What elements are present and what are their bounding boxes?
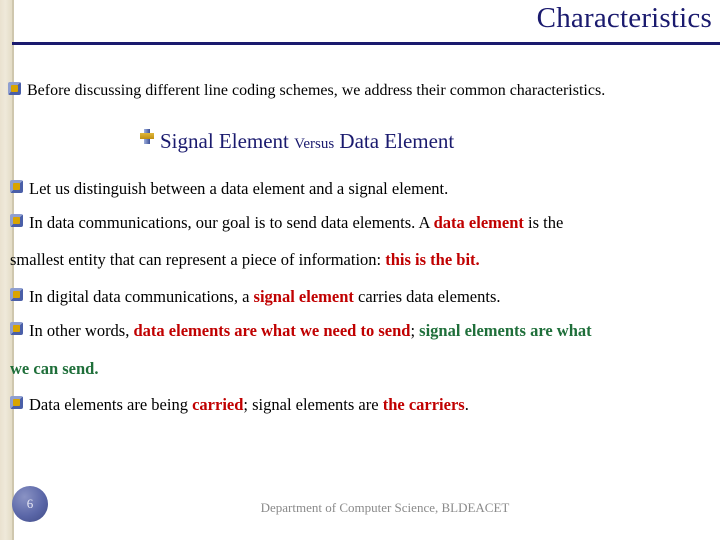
- bullet-row-5: Data elements are being carried; signal …: [10, 395, 710, 415]
- bullet-2-seg3-lead: is the: [523, 213, 564, 232]
- bullet-3-seg3: carries data elements.: [353, 287, 501, 306]
- subheading-part1: Signal Element: [160, 129, 295, 153]
- intro-bullet-row: Before discussing different line coding …: [8, 82, 708, 100]
- left-decorative-band: [0, 0, 12, 540]
- bullet-3-text: In digital data communications, a signal…: [29, 287, 501, 307]
- intro-text: Before discussing different line coding …: [27, 82, 606, 99]
- subheading-text: Signal Element Versus Data Element: [160, 129, 454, 154]
- subheading-row: Signal Element Versus Data Element: [140, 129, 454, 154]
- left-band-edge: [12, 0, 14, 540]
- bullet-4-line-1: In other words, data elements are what w…: [29, 321, 592, 341]
- bullet-1-text: Let us distinguish between a data elemen…: [29, 179, 449, 198]
- square-bullet-icon: [10, 322, 23, 335]
- bullet-2-seg4: this is the bit.: [385, 250, 480, 269]
- footer-text: Department of Computer Science, BLDEACET: [260, 500, 510, 515]
- bullet-row-2: In data communications, our goal is to s…: [10, 213, 710, 233]
- bullet-4-seg1: In other words,: [29, 321, 134, 340]
- bullet-2-line-1: In data communications, our goal is to s…: [29, 213, 710, 233]
- slide-title: Characteristics: [536, 2, 712, 34]
- bullet-3-seg2: signal element: [253, 287, 354, 306]
- bullet-row-3: In digital data communications, a signal…: [10, 287, 710, 307]
- bullet-5-seg1: Data elements are being: [29, 395, 193, 414]
- page-number-badge: 6: [12, 486, 48, 522]
- bullet-row-4: In other words, data elements are what w…: [10, 321, 710, 341]
- square-bullet-icon: [10, 214, 23, 227]
- square-bullet-icon: [10, 180, 23, 193]
- square-bullet-icon: [8, 82, 21, 95]
- bullet-4-line-2: we can send.: [10, 359, 99, 378]
- bullet-5-seg3: ; signal elements are: [243, 395, 383, 414]
- bullet-3-seg1: In digital data communications, a: [29, 287, 254, 306]
- bullet-4-seg2: data elements are what we need to send: [133, 321, 411, 340]
- bullet-row-1: Let us distinguish between a data elemen…: [10, 179, 710, 199]
- bullet-2-seg1: In data communications, our goal is to s…: [29, 213, 434, 232]
- bullet-2-seg3: smallest entity that can represent a pie…: [10, 250, 386, 269]
- bullet-2-line-2: smallest entity that can represent a pie…: [10, 250, 710, 270]
- bullet-5-seg5: .: [464, 395, 469, 414]
- bullet-4-seg3: ;: [410, 321, 420, 340]
- subheading-part2: Data Element: [334, 129, 455, 153]
- bullet-5-text: Data elements are being carried; signal …: [29, 395, 469, 415]
- bullet-2-seg2: data element: [433, 213, 524, 232]
- cross-bullet-icon: [140, 129, 154, 144]
- bullet-4-seg4-lead: signal elements are what: [419, 321, 592, 340]
- square-bullet-icon: [10, 288, 23, 301]
- bullet-5-seg2: carried: [192, 395, 244, 414]
- bullet-5-seg4: the carriers: [382, 395, 465, 414]
- title-divider: [12, 42, 720, 45]
- subheading-versus: Versus: [294, 136, 335, 152]
- square-bullet-icon: [10, 396, 23, 409]
